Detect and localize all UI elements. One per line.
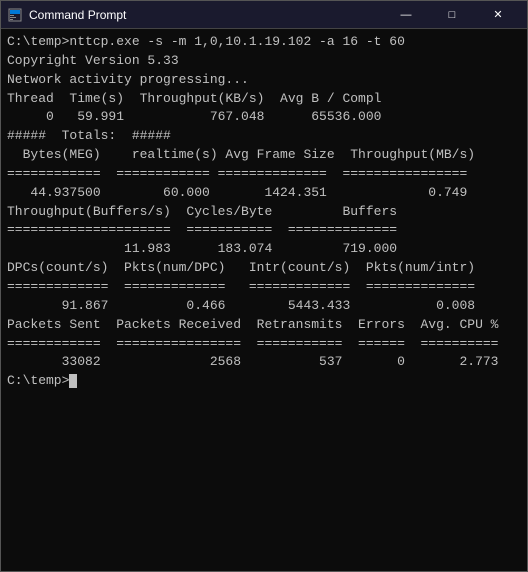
- console-line: ===================== =========== ======…: [7, 221, 521, 240]
- console-line: Thread Time(s) Throughput(KB/s) Avg B / …: [7, 90, 521, 109]
- console-line: Network activity progressing...: [7, 71, 521, 90]
- app-icon: [7, 7, 23, 23]
- console-line: 0 59.991 767.048 65536.000: [7, 108, 521, 127]
- console-line: ##### Totals: #####: [7, 127, 521, 146]
- window: Command Prompt — □ ✕ C:\temp>nttcp.exe -…: [0, 0, 528, 572]
- console-line: C:\temp>nttcp.exe -s -m 1,0,10.1.19.102 …: [7, 33, 521, 52]
- console-line: 11.983 183.074 719.000: [7, 240, 521, 259]
- console-line: ============= ============= ============…: [7, 278, 521, 297]
- maximize-button[interactable]: □: [429, 1, 475, 29]
- cursor: [69, 374, 77, 388]
- console-line: Packets Sent Packets Received Retransmit…: [7, 316, 521, 335]
- console-line: 91.867 0.466 5443.433 0.008: [7, 297, 521, 316]
- console-line: C:\temp>: [7, 372, 521, 391]
- console-line: 33082 2568 537 0 2.773: [7, 353, 521, 372]
- minimize-button[interactable]: —: [383, 1, 429, 29]
- console-line: ============ ============ ==============…: [7, 165, 521, 184]
- title-bar: Command Prompt — □ ✕: [1, 1, 527, 29]
- console-line: ============ ================ ==========…: [7, 335, 521, 354]
- window-controls: — □ ✕: [383, 1, 521, 29]
- console-output: C:\temp>nttcp.exe -s -m 1,0,10.1.19.102 …: [1, 29, 527, 571]
- console-line: Copyright Version 5.33: [7, 52, 521, 71]
- console-line: 44.937500 60.000 1424.351 0.749: [7, 184, 521, 203]
- close-button[interactable]: ✕: [475, 1, 521, 29]
- console-line: Bytes(MEG) realtime(s) Avg Frame Size Th…: [7, 146, 521, 165]
- console-line: Throughput(Buffers/s) Cycles/Byte Buffer…: [7, 203, 521, 222]
- console-line: DPCs(count/s) Pkts(num/DPC) Intr(count/s…: [7, 259, 521, 278]
- window-title: Command Prompt: [29, 8, 383, 22]
